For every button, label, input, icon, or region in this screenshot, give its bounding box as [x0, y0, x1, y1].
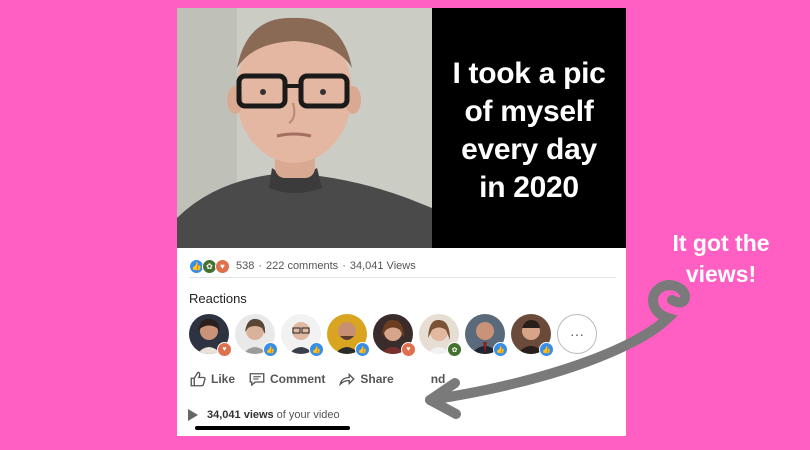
annotation-line: It got the — [672, 230, 770, 256]
annotation-line: views! — [685, 261, 757, 287]
annotation-text: It got the views! — [646, 228, 796, 290]
annotation-arrow — [425, 279, 690, 419]
